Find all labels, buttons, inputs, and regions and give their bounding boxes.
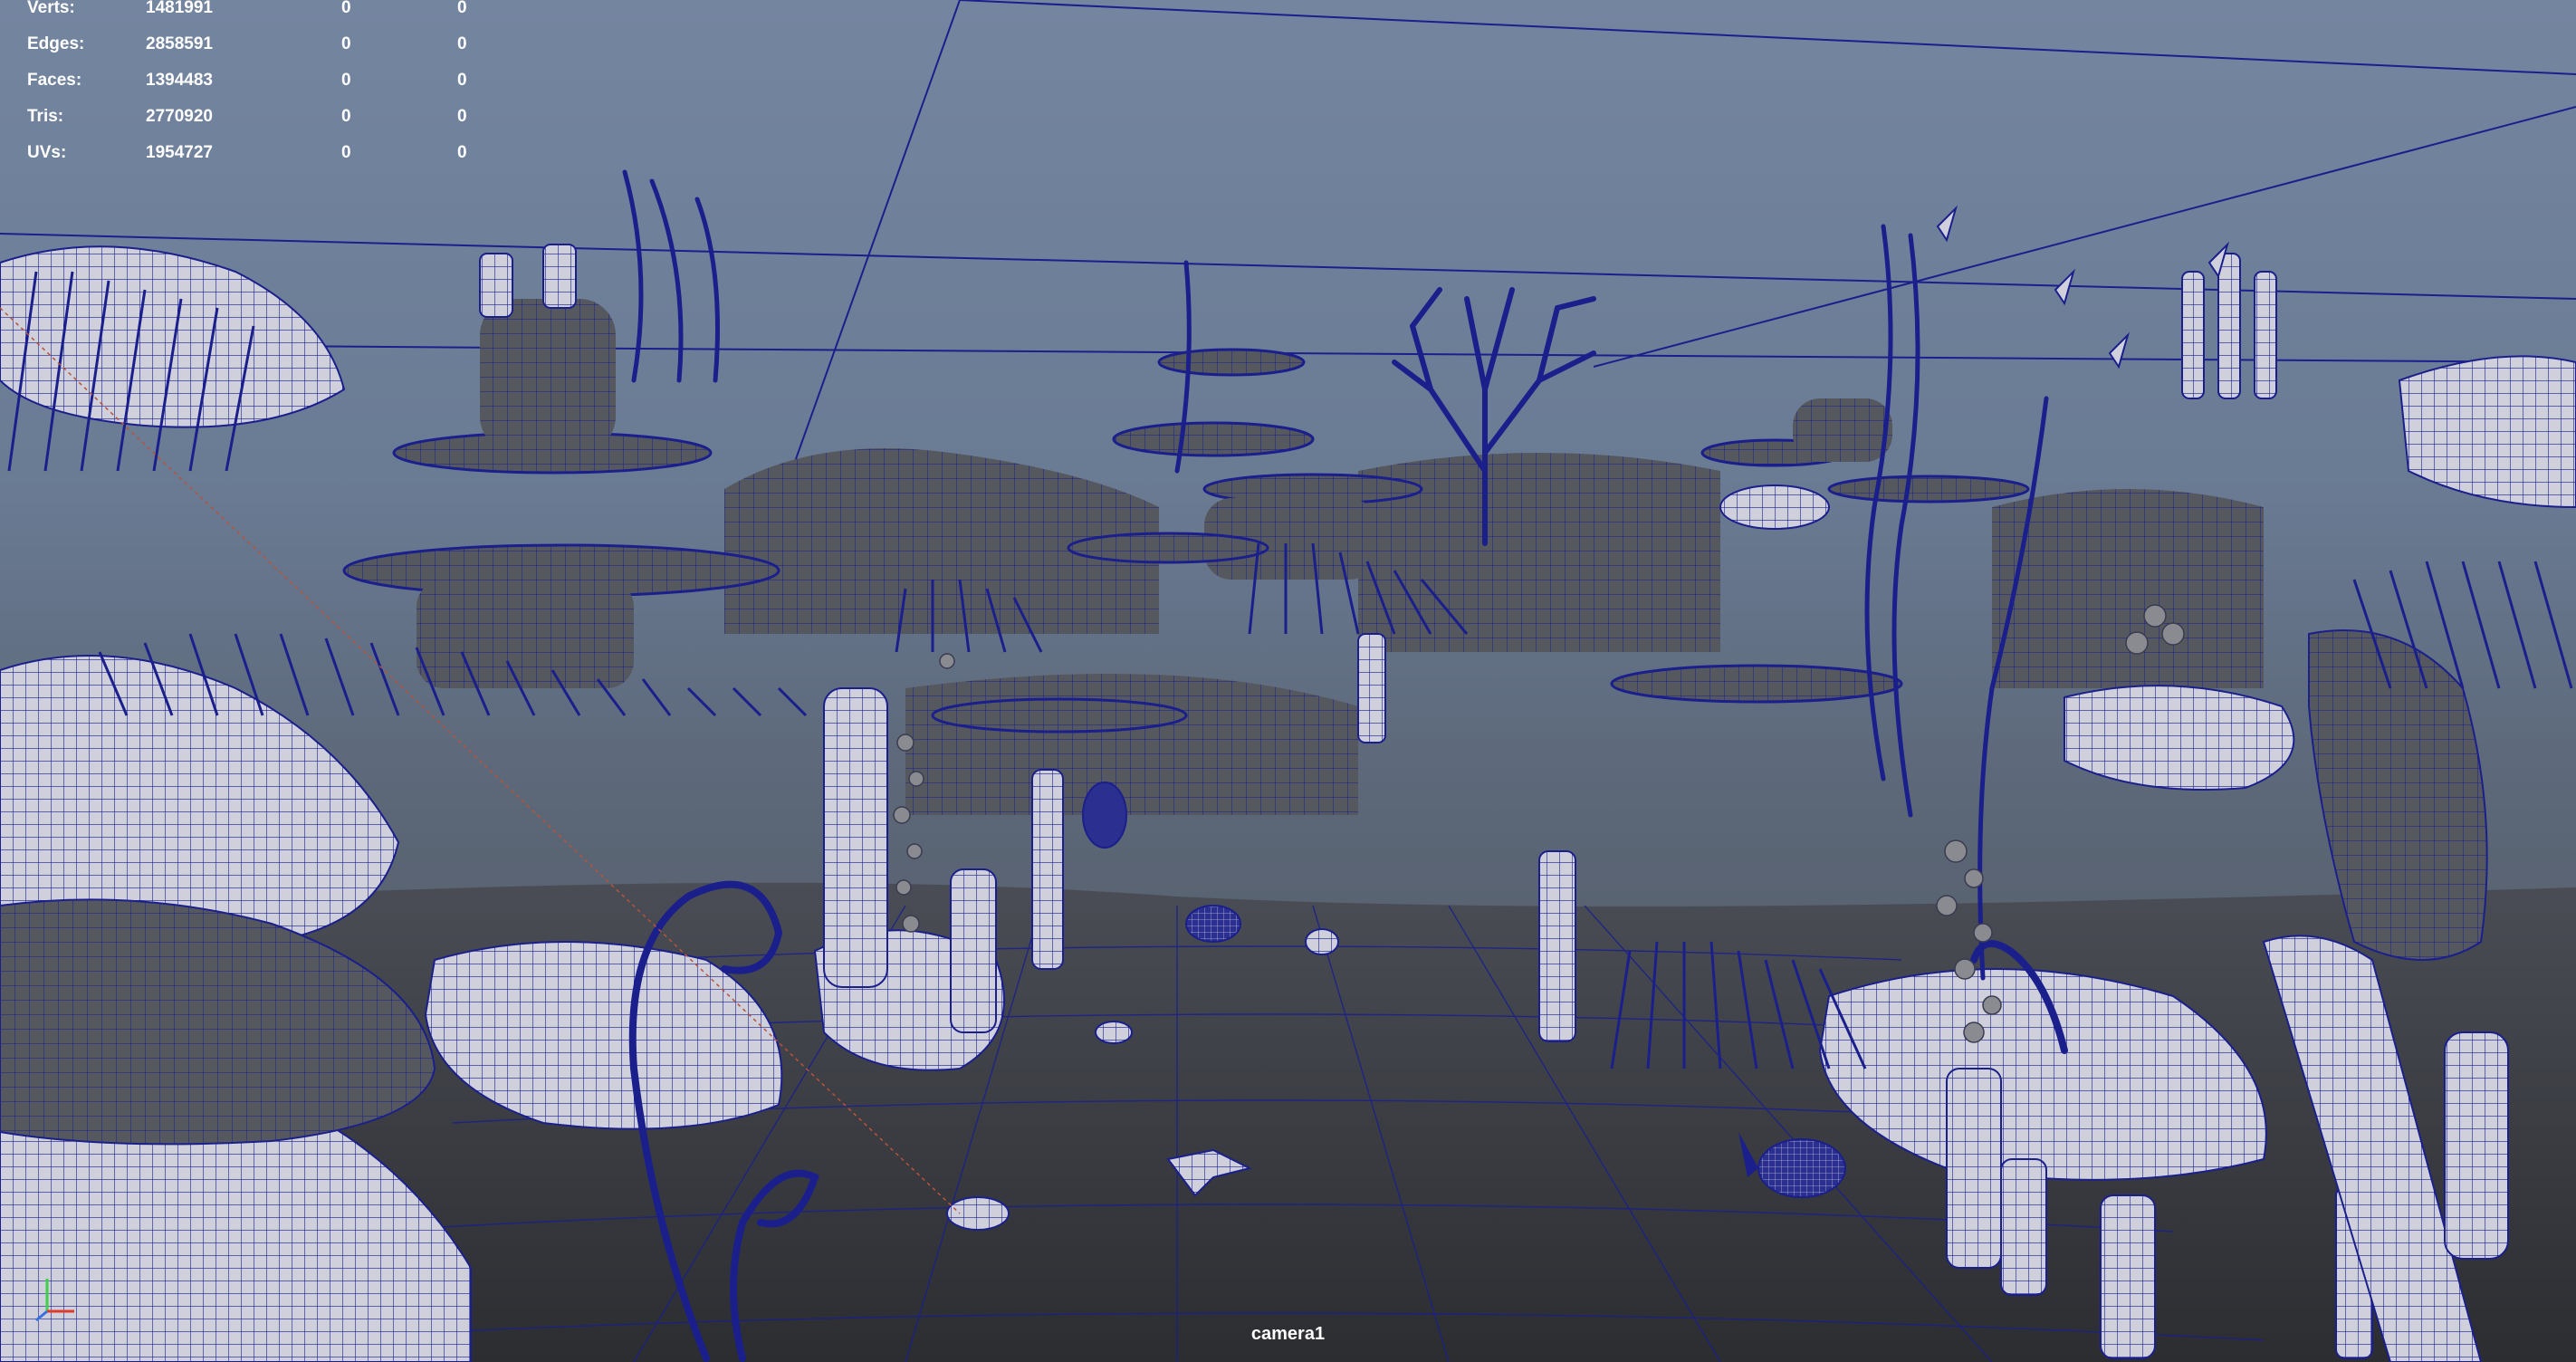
hud-total: 1954727 [146, 143, 213, 162]
hud-total: 1394483 [146, 71, 213, 90]
hud-total: 2858591 [146, 34, 213, 53]
hud-row-verts: Verts: 1481991 0 0 [0, 0, 507, 20]
hud-row-uvs: UVs: 1954727 0 0 [0, 143, 507, 165]
view-axis-icon [31, 1271, 85, 1326]
3d-viewport[interactable] [0, 0, 2576, 1362]
hud-selected-components: 0 [457, 0, 467, 17]
poly-count-hud: Verts: 1481991 0 0 Edges: 2858591 0 0 Fa… [0, 0, 507, 172]
hud-selected-components: 0 [457, 71, 467, 90]
fish-small [1185, 905, 1241, 943]
hud-label: Edges: [27, 34, 85, 53]
hud-row-tris: Tris: 2770920 0 0 [0, 107, 507, 129]
hud-total: 1481991 [146, 0, 213, 17]
hud-selected-components: 0 [457, 107, 467, 126]
hud-selected-components: 0 [457, 34, 467, 53]
hud-label: UVs: [27, 143, 67, 162]
hud-selected-components: 0 [457, 143, 467, 162]
hud-row-edges: Edges: 2858591 0 0 [0, 34, 507, 56]
camera-name-label: camera1 [1250, 1324, 1326, 1344]
hud-selected: 0 [341, 0, 351, 17]
coral-reef-wireframe-scene[interactable] [0, 0, 2576, 1362]
fish-white [1719, 484, 1830, 530]
fish-blue [1757, 1138, 1846, 1198]
fish-dark [1082, 782, 1127, 849]
hud-selected: 0 [341, 71, 351, 90]
axis-z [35, 1309, 48, 1322]
hud-selected: 0 [341, 143, 351, 162]
hud-label: Faces: [27, 71, 82, 90]
hud-selected: 0 [341, 107, 351, 126]
hud-total: 2770920 [146, 107, 213, 126]
hud-row-faces: Faces: 1394483 0 0 [0, 71, 507, 92]
hud-selected: 0 [341, 34, 351, 53]
hud-label: Verts: [27, 0, 75, 17]
hud-label: Tris: [27, 107, 64, 126]
